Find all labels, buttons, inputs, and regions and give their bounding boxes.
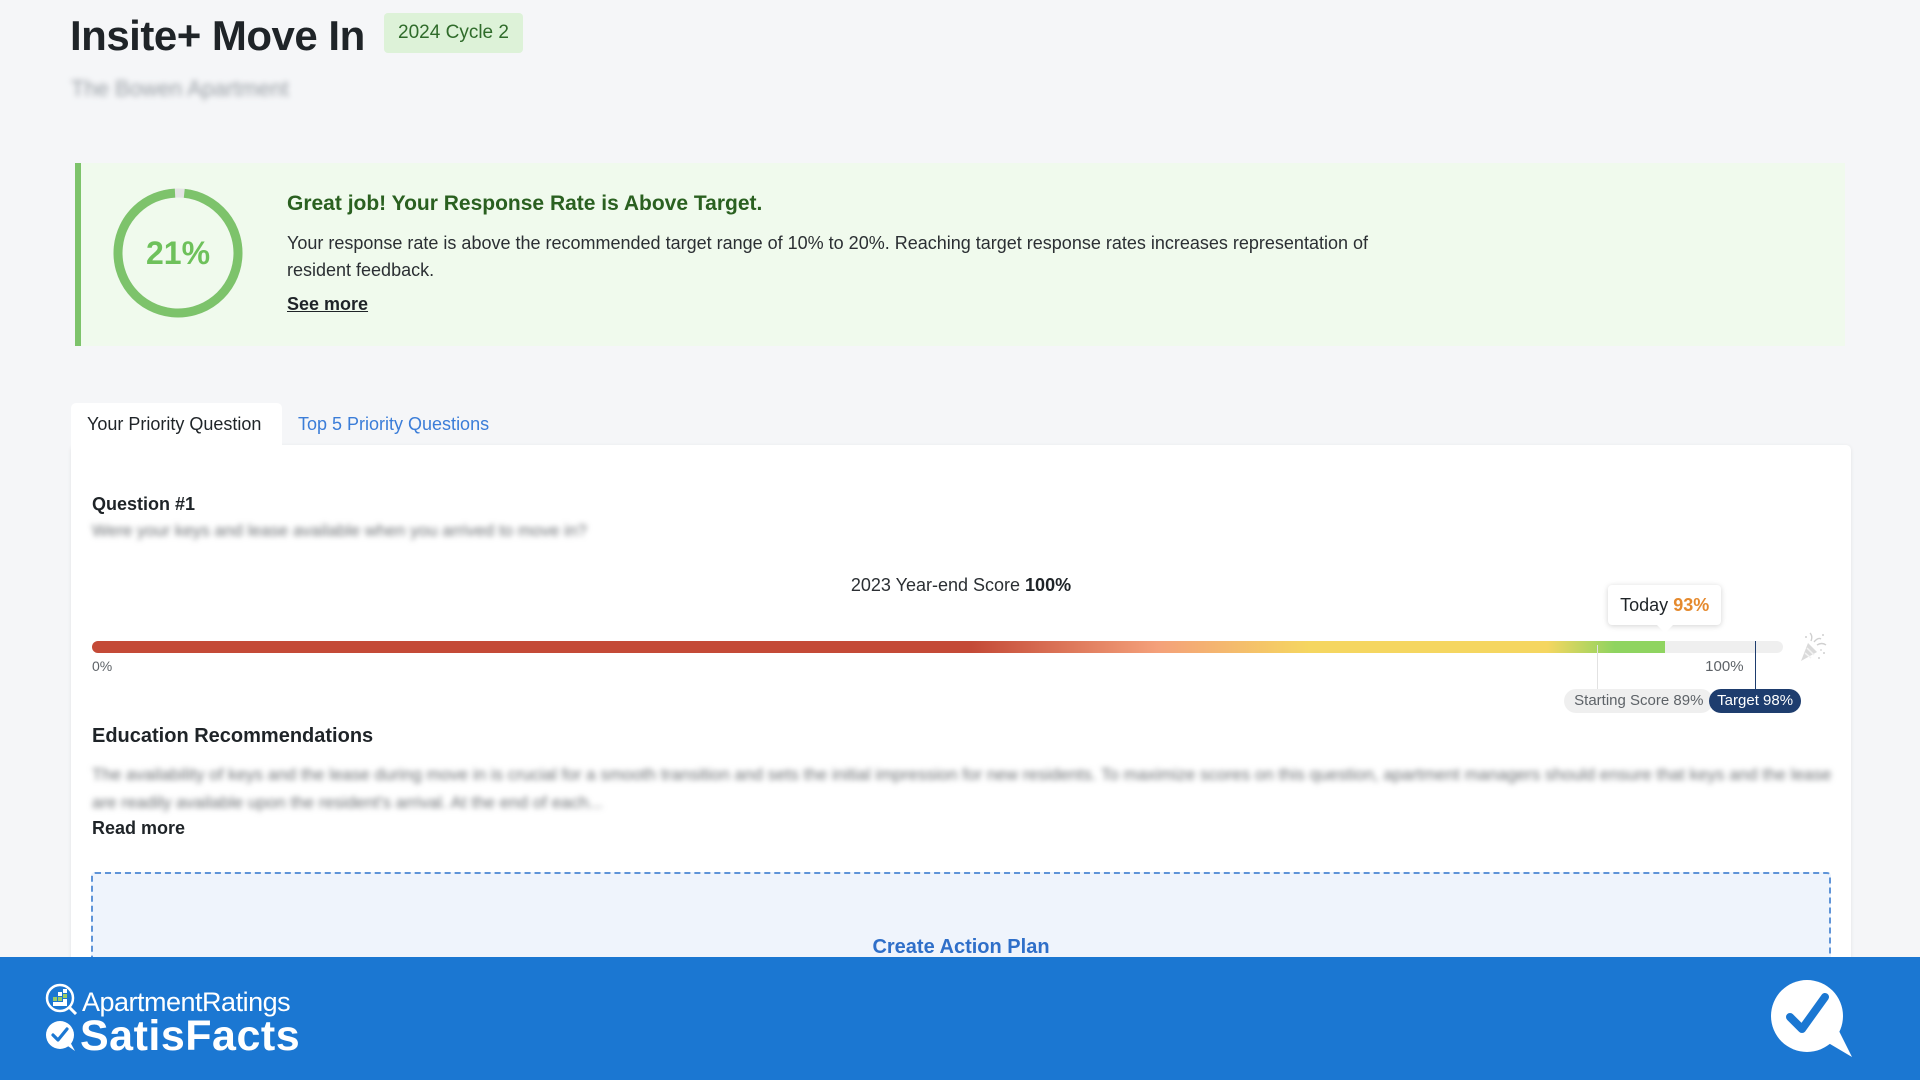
chat-check-icon[interactable] — [1770, 979, 1854, 1059]
page-title: Insite+ Move In — [70, 12, 365, 59]
education-title: Education Recommendations — [92, 725, 374, 747]
tab-your-priority-question[interactable]: Your Priority Question — [71, 403, 282, 453]
cycle-badge: 2024 Cycle 2 — [384, 13, 523, 53]
banner-title: Great job! Your Response Rate is Above T… — [287, 192, 763, 215]
starting-score-pill: Starting Score 89% — [1564, 689, 1714, 713]
education-body: The availability of keys and the lease d… — [92, 765, 1832, 812]
response-rate-banner: 21% Great job! Your Response Rate is Abo… — [75, 163, 1845, 346]
year-end-score: 2023 Year-end Score 100% — [71, 575, 1851, 596]
read-more-link[interactable]: Read more — [92, 818, 185, 839]
response-rate-value: 21% — [145, 235, 211, 271]
apartmentratings-logo-icon — [45, 983, 78, 1015]
footer: ApartmentRatings SatisFacts — [0, 957, 1920, 1080]
today-label: Today — [1620, 595, 1669, 615]
banner-body: Your response rate is above the recommen… — [287, 233, 1368, 280]
bar-max-label: 100% — [1705, 658, 1744, 675]
today-score-tooltip: Today 93% — [1608, 585, 1722, 633]
brand-satisfacts: SatisFacts — [80, 1012, 301, 1060]
starting-score-marker — [1596, 645, 1598, 691]
target-score-marker — [1755, 641, 1757, 689]
year-end-label: 2023 Year-end Score — [850, 575, 1021, 595]
score-bar-fill — [92, 641, 1665, 653]
tooltip-arrow — [1656, 625, 1673, 633]
today-value: 93% — [1673, 595, 1710, 615]
question-number: Question #1 — [92, 494, 196, 514]
bar-min-label: 0% — [92, 658, 113, 674]
property-name: The Bowen Apartment — [71, 76, 289, 101]
see-more-link[interactable]: See more — [287, 294, 368, 315]
satisfacts-logo-icon — [46, 1021, 75, 1051]
target-score-pill: Target 98% — [1709, 689, 1802, 713]
question-text: Were your keys and lease available when … — [92, 521, 587, 540]
year-end-value: 100% — [1025, 575, 1072, 595]
party-popper-icon — [1801, 632, 1827, 661]
score-bar-track — [92, 641, 1783, 653]
